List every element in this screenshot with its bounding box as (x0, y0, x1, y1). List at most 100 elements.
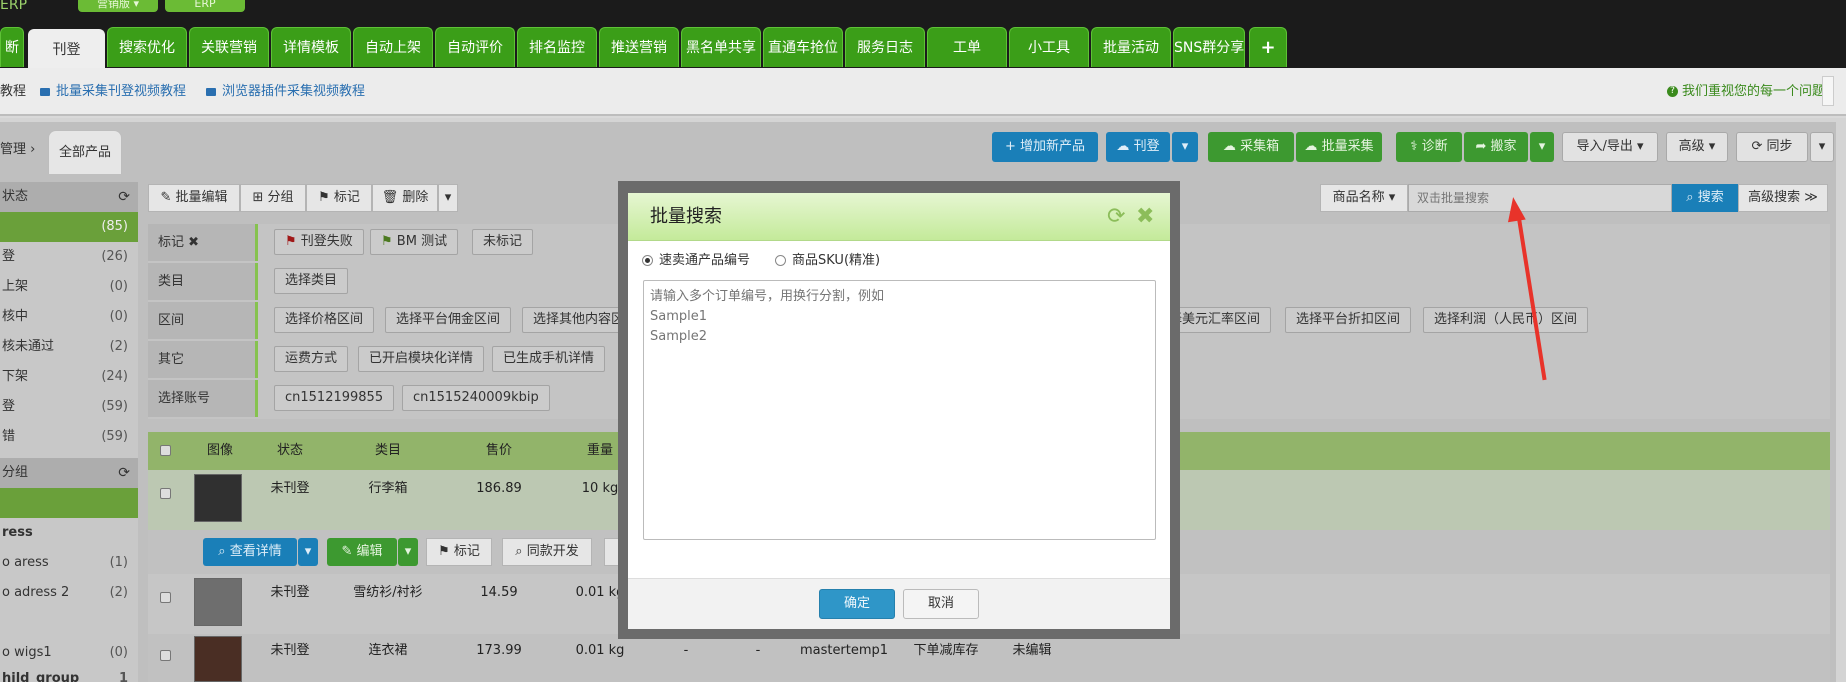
tab-publish[interactable]: 刊登 (28, 29, 105, 68)
row-category: 行李箱 (368, 481, 408, 496)
tab-rank-monitor[interactable]: 排名监控 (517, 27, 597, 67)
row-checkbox[interactable] (160, 650, 171, 661)
move-button[interactable]: ➦ 搬家 (1464, 132, 1528, 162)
batch-edit-button[interactable]: ✎ 批量编辑 (148, 184, 240, 212)
cancel-button[interactable]: 取消 (903, 589, 979, 619)
advanced-button[interactable]: 高级 ▾ (1666, 132, 1728, 162)
tab-detail-template[interactable]: 详情模板 (271, 27, 351, 67)
mark-button[interactable]: ⚑ 标记 (306, 184, 372, 212)
import-export-button[interactable]: 导入/导出 ▾ (1562, 132, 1658, 162)
group-item[interactable] (0, 608, 138, 638)
refresh-icon[interactable]: ⟳ (118, 458, 130, 488)
sync-button[interactable]: ⟳ 同步 (1736, 132, 1808, 162)
range-discount[interactable]: 选择平台折扣区间 (1285, 307, 1412, 333)
range-price[interactable]: 选择价格区间 (274, 307, 375, 333)
add-product-button[interactable]: + 增加新产品 (992, 132, 1098, 162)
radio-product-id[interactable] (642, 255, 653, 266)
batch-collect-button[interactable]: ☁ 批量采集 (1296, 132, 1382, 162)
tutorial-label: 教程 (0, 84, 27, 99)
status-item[interactable]: 登 (26) (0, 242, 138, 272)
group-button[interactable]: ⊞ 分组 (240, 184, 306, 212)
account-tag[interactable]: cn1515240009kbip (402, 385, 550, 411)
tab-tickets[interactable]: 工单 (927, 27, 1007, 67)
select-all-checkbox[interactable] (160, 445, 171, 456)
publish-dropdown[interactable]: ▾ (1172, 132, 1198, 162)
tab-push-marketing[interactable]: 推送营销 (599, 27, 679, 67)
range-commission[interactable]: 选择平台佣金区间 (385, 307, 512, 333)
status-item[interactable]: 核中 (0) (0, 302, 138, 332)
row-mark-button[interactable]: ⚑ 标记 (426, 538, 492, 566)
tab-diagnose[interactable]: 断 (0, 27, 24, 67)
search-input[interactable] (1408, 184, 1672, 212)
refresh-icon[interactable]: ⟳ (118, 182, 130, 212)
edition-dropdown[interactable]: 营销版 ▾ (78, 0, 158, 12)
video-tutorial-link-2[interactable]: 浏览器插件采集视频教程 (206, 82, 365, 102)
other-modular-detail[interactable]: 已开启模块化详情 (358, 346, 485, 372)
search-field-select[interactable]: 商品名称 ▾ (1320, 184, 1408, 212)
confirm-button[interactable]: 确定 (819, 589, 895, 619)
other-shipping[interactable]: 运费方式 (274, 346, 349, 372)
tab-batch-activity[interactable]: 批量活动 (1091, 27, 1171, 67)
tab-all-products[interactable]: 全部产品 (48, 130, 122, 174)
group-item[interactable]: ress (0, 518, 138, 548)
group-item-all[interactable] (0, 488, 138, 518)
video-tutorial-link-1[interactable]: 批量采集刊登视频教程 (40, 82, 186, 102)
radio-sku[interactable] (775, 255, 786, 266)
view-dropdown[interactable]: ▾ (298, 538, 318, 566)
account-tag[interactable]: cn1512199855 (274, 385, 395, 411)
status-item-all[interactable]: (85) (0, 212, 138, 242)
caret-down-icon: ▾ (1818, 139, 1826, 154)
tab-auto-list[interactable]: 自动上架 (353, 27, 433, 67)
delete-button[interactable]: 🗑 删除 (372, 184, 438, 212)
tab-auto-review[interactable]: 自动评价 (435, 27, 515, 67)
close-icon[interactable]: ✖ (1136, 204, 1154, 230)
group-item[interactable]: o aress (1) (0, 548, 138, 578)
status-item[interactable]: 登 (59) (0, 392, 138, 422)
tab-tools[interactable]: 小工具 (1009, 27, 1089, 67)
status-item[interactable]: 核未通过 (2) (0, 332, 138, 362)
view-detail-button[interactable]: ⌕ 查看详情 (203, 538, 297, 566)
select-category-button[interactable]: 选择类目 (274, 268, 349, 294)
feedback-link[interactable]: ? 我们重视您的每一个问题 (1667, 82, 1825, 102)
more-dropdown[interactable]: ▾ (438, 184, 458, 212)
mark-tag-unmarked[interactable]: 未标记 (472, 229, 534, 255)
mark-tag-failed[interactable]: ⚑ 刊登失败 (274, 229, 364, 255)
row-checkbox[interactable] (160, 488, 171, 499)
product-thumbnail[interactable] (194, 474, 242, 522)
tab-through-train[interactable]: 直通车抢位 (763, 27, 843, 67)
row-checkbox[interactable] (160, 592, 171, 603)
add-tab-button[interactable]: + (1249, 27, 1287, 67)
group-item[interactable]: o adress 2 (2) (0, 578, 138, 608)
product-thumbnail[interactable] (194, 578, 242, 626)
batch-search-textarea[interactable] (643, 280, 1156, 540)
diagnose-button[interactable]: ⚕ 诊断 (1396, 132, 1462, 162)
mark-tag-bm-test[interactable]: ⚑ BM 测试 (370, 229, 459, 255)
product-thumbnail[interactable] (194, 636, 242, 682)
other-mobile-detail[interactable]: 已生成手机详情 (492, 346, 606, 372)
tab-blacklist[interactable]: 黑名单共享 (681, 27, 761, 67)
search-button[interactable]: ⌕ 搜索 (1672, 184, 1738, 212)
range-profit[interactable]: 选择利润（人民币）区间 (1423, 307, 1589, 333)
status-item[interactable]: 下架 (24) (0, 362, 138, 392)
row-price: 186.89 (476, 481, 522, 496)
sync-dropdown[interactable]: ▾ (1810, 132, 1834, 162)
publish-button[interactable]: ☁ 刊登 (1106, 132, 1170, 162)
edit-button[interactable]: ✎ 编辑 (327, 538, 397, 566)
erp-button[interactable]: ERP (165, 0, 245, 12)
group-item[interactable]: hild_group 1 (0, 664, 138, 682)
tab-related-marketing[interactable]: 关联营销 (189, 27, 269, 67)
edit-dropdown[interactable]: ▾ (398, 538, 418, 566)
advanced-search-button[interactable]: 高级搜索 ≫ (1738, 184, 1828, 212)
tab-search-optimize[interactable]: 搜索优化 (107, 27, 187, 67)
filter-label-mark: 标记 ✖ (148, 224, 258, 261)
refresh-icon[interactable]: ⟳ (1107, 204, 1125, 230)
tab-sns-share[interactable]: SNS群分享 (1173, 27, 1245, 67)
same-dev-button[interactable]: ⌕ 同款开发 (502, 538, 592, 566)
status-item[interactable]: 上架 (0) (0, 272, 138, 302)
tab-service-log[interactable]: 服务日志 (845, 27, 925, 67)
scrollbar[interactable] (1822, 76, 1834, 106)
move-dropdown[interactable]: ▾ (1530, 132, 1554, 162)
close-icon[interactable]: ✖ (188, 235, 199, 250)
collect-box-button[interactable]: ☁ 采集箱 (1208, 132, 1294, 162)
status-item[interactable]: 错 (59) (0, 422, 138, 452)
